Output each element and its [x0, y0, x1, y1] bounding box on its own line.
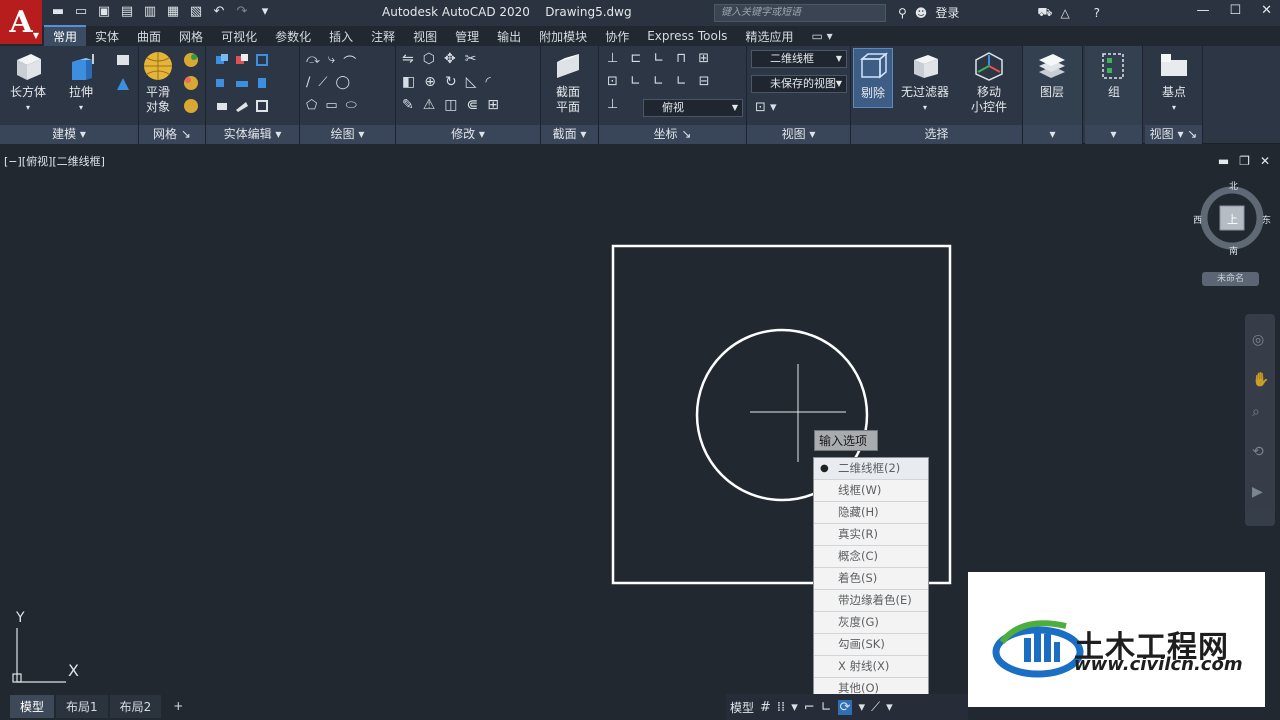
- chevron-down-icon[interactable]: ▾: [791, 700, 798, 715]
- visual-style-option[interactable]: 概念(C): [814, 546, 928, 568]
- polar-tracking-icon[interactable]: ⟳: [837, 699, 853, 715]
- visual-style-option[interactable]: 带边缘着色(E): [814, 590, 928, 612]
- visual-style-option-label: 勾画(SK): [838, 637, 885, 651]
- layout-tab[interactable]: 模型: [10, 694, 55, 718]
- chevron-down-icon[interactable]: ▾: [886, 700, 893, 715]
- ucs-x-label: X: [68, 661, 79, 680]
- visual-style-option-label: 概念(C): [838, 549, 879, 563]
- grid-icon[interactable]: #: [760, 700, 771, 715]
- visual-style-option-label: 灰度(G): [838, 615, 879, 629]
- visual-style-option[interactable]: 线框(W): [814, 480, 928, 502]
- viewcube-top-face[interactable]: 上: [1227, 211, 1238, 227]
- ortho-icon[interactable]: ∟: [821, 700, 832, 715]
- layout-tab[interactable]: 布局1: [56, 694, 108, 718]
- visual-style-option-label: 隐藏(H): [838, 505, 879, 519]
- visual-style-option[interactable]: X 射线(X): [814, 656, 928, 678]
- visual-style-option[interactable]: ● 二维线框(2): [814, 458, 928, 480]
- visual-style-option[interactable]: 着色(S): [814, 568, 928, 590]
- compass-north[interactable]: 北: [1229, 179, 1238, 192]
- autocad-window: A ▼ ▬ ▭ ▣ ▤ ▥ ▦ ▧ ↶ ↷ ▾ Autodesk AutoCAD…: [0, 0, 1280, 720]
- chevron-down-icon[interactable]: ▾: [858, 700, 865, 715]
- visual-style-option[interactable]: 勾画(SK): [814, 634, 928, 656]
- isodraft-icon[interactable]: ⟋: [871, 700, 880, 715]
- layout-tabs: 模型 布局1 布局2 +: [0, 692, 193, 720]
- model-space-button[interactable]: 模型: [730, 699, 754, 716]
- navigation-bar[interactable]: ◎ ✋ ⌕ ⟲ ▶: [1245, 314, 1275, 526]
- infer-constraints-icon[interactable]: ⌐: [804, 700, 815, 715]
- visual-style-option-label: 线框(W): [838, 483, 882, 497]
- add-layout-button[interactable]: +: [163, 696, 193, 716]
- compass-south[interactable]: 南: [1229, 244, 1238, 257]
- orbit-icon[interactable]: ⟲: [1252, 444, 1264, 460]
- visual-style-option[interactable]: 真实(R): [814, 524, 928, 546]
- compass-west[interactable]: 西: [1193, 213, 1202, 226]
- zoom-extents-icon[interactable]: ⌕: [1252, 404, 1260, 420]
- steeringwheel-icon[interactable]: ◎: [1252, 332, 1264, 348]
- ucs-y-label: Y: [16, 610, 25, 626]
- selected-bullet-icon: ●: [820, 463, 829, 474]
- visual-style-options-menu: ● 二维线框(2) 线框(W) 隐藏(H) 真实(R) 概念(C) 着色(S) 带边缘着色(E…: [813, 457, 929, 700]
- compass-east[interactable]: 东: [1262, 213, 1271, 226]
- input-options-tooltip: 输入选项: [814, 430, 878, 451]
- status-bar: 模型 # ⁞⁞ ▾ ⌐ ∟ ⟳ ▾ ⟋ ▾: [726, 694, 968, 720]
- visual-style-option-label: 着色(S): [838, 571, 878, 585]
- layout-tab[interactable]: 布局2: [109, 694, 162, 718]
- showmotion-icon[interactable]: ▶: [1252, 484, 1263, 500]
- visual-style-option-label: 其他(O): [838, 681, 880, 695]
- watermark-logo: 土木工程网 www.civilcn.com: [968, 572, 1265, 707]
- visual-style-option-label: 二维线框(2): [838, 461, 901, 475]
- snap-icon[interactable]: ⁞⁞: [777, 700, 785, 715]
- viewcube[interactable]: 北 南 东 西 上: [1193, 179, 1271, 257]
- visual-style-option[interactable]: 隐藏(H): [814, 502, 928, 524]
- visual-style-option[interactable]: 灰度(G): [814, 612, 928, 634]
- visual-style-option-label: 真实(R): [838, 527, 878, 541]
- pan-icon[interactable]: ✋: [1252, 372, 1269, 388]
- watermark-url: www.civilcn.com: [1074, 654, 1243, 675]
- visual-style-option-label: X 射线(X): [838, 659, 890, 673]
- visual-style-option-label: 带边缘着色(E): [838, 593, 912, 607]
- ucs-menu[interactable]: 未命名: [1202, 272, 1259, 286]
